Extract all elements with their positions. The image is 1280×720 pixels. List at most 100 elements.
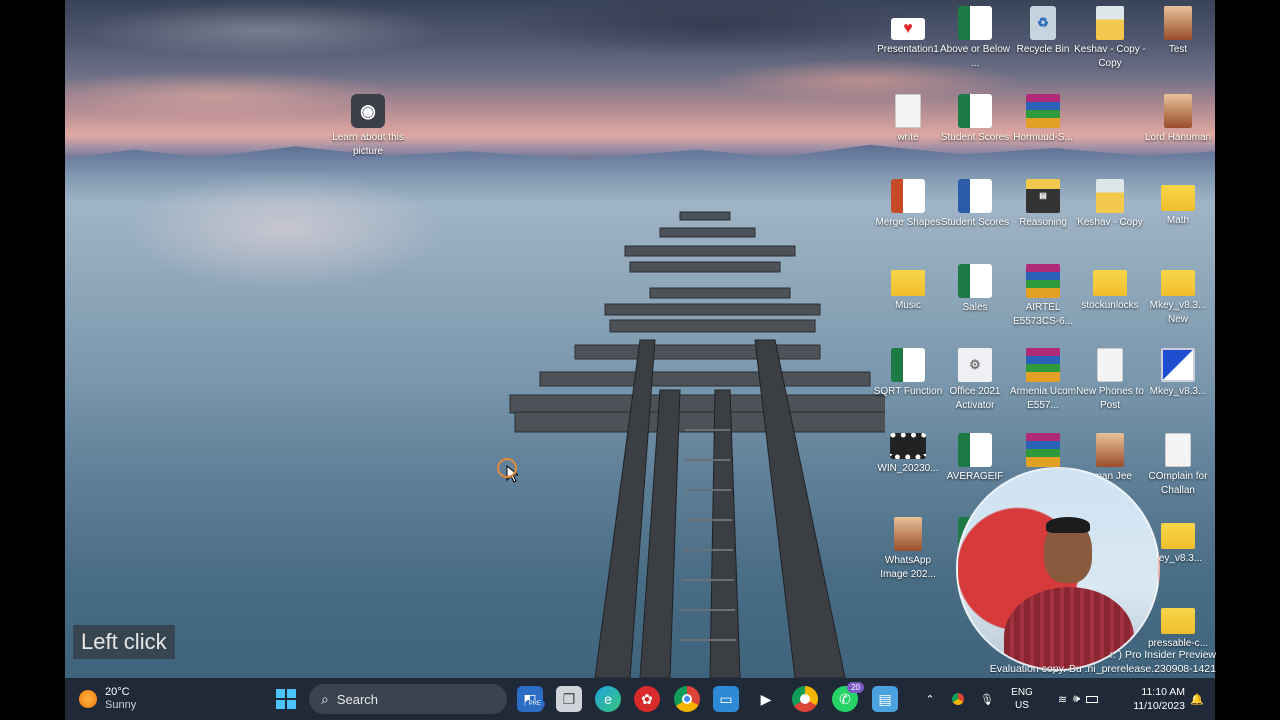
evaluation-watermark: r. ) Pro Insider Preview Evaluation copy…: [946, 648, 1216, 676]
clock-time: 11:10 AM: [1141, 686, 1185, 698]
desktop-icon-student-scores-xl[interactable]: X Student Scores: [939, 94, 1011, 145]
desktop-icon-office2021[interactable]: ⚙ Office 2021 Activator: [939, 348, 1011, 413]
desktop-icon-win2023[interactable]: WIN_20230...: [872, 433, 944, 476]
notepad-icon: ▤: [878, 690, 892, 707]
wallpaper-pier: [509, 211, 885, 678]
desktop-icon-sales[interactable]: X Sales: [939, 264, 1011, 315]
task-view-app[interactable]: ❐: [556, 686, 582, 712]
search-icon: ⌕: [321, 690, 329, 707]
click-indicator: [497, 458, 517, 478]
desktop-icon-armenia[interactable]: Armenia Ucom E557...: [1007, 348, 1079, 413]
edge-app[interactable]: e: [595, 686, 621, 712]
wifi-icon: ≋: [1057, 693, 1068, 706]
desktop-icon-keshav-copy[interactable]: Keshav - Copy: [1074, 179, 1146, 230]
weather-widget[interactable]: 20°C Sunny: [79, 686, 159, 712]
folder-file-icon: [1161, 185, 1195, 211]
quick-settings[interactable]: ≋ 🕪: [1047, 686, 1109, 712]
microphone-button[interactable]: 🎙: [979, 686, 995, 712]
doc-file-icon: [1165, 433, 1191, 467]
sun-icon: [79, 690, 97, 708]
desktop-icon-recycle-bin[interactable]: ♻ Recycle Bin: [1007, 6, 1079, 57]
desktop-icon-label: Lord Hanuman: [1144, 132, 1212, 143]
desktop-icon-label: Keshav - Copy - Copy: [1074, 44, 1146, 69]
pp-file-icon: P: [891, 179, 925, 213]
notepad-app[interactable]: ▤: [872, 686, 898, 712]
desktop-icon-mkey-new[interactable]: Mkey_v8.3... New: [1142, 264, 1214, 327]
webcam-overlay: [956, 467, 1160, 671]
start-button[interactable]: [273, 686, 299, 712]
desktop-icon-label: stockunlocks: [1081, 300, 1139, 311]
desktop-icon-reasoning[interactable]: ▤ Reasoning: [1007, 179, 1079, 230]
notifications-button[interactable]: 🔔: [1189, 686, 1205, 712]
windows-logo-icon: [276, 689, 296, 709]
pres-file-icon: ♥: [891, 18, 925, 40]
desktop-icon-music[interactable]: Music: [872, 264, 944, 313]
chrome-canary-app[interactable]: [792, 686, 818, 712]
desktop-icon-hanuman-rar[interactable]: [1007, 433, 1079, 470]
folder-file-icon: [1161, 523, 1195, 549]
language-indicator[interactable]: ENG US: [1008, 686, 1036, 712]
doc-file-icon: [1097, 348, 1123, 382]
desktop-icon-complain[interactable]: COmplain for Challan: [1142, 433, 1214, 498]
desktop-icon-hormuud[interactable]: Hormuud-S...: [1007, 94, 1079, 145]
rar-file-icon: [1026, 433, 1060, 467]
tray-chrome-icon: [952, 693, 964, 705]
desktop-icon-presentation1[interactable]: ♥ Presentation1: [872, 6, 944, 57]
chrome-app[interactable]: [674, 686, 700, 712]
desktop-icon-merge-shapes[interactable]: P Merge Shapes: [872, 179, 944, 230]
desktop-icon-label: Learn about this picture: [332, 132, 404, 157]
chevron-up-icon: ⌃: [925, 693, 935, 706]
xl-file-icon: X: [958, 433, 992, 467]
store-badge: PRE: [524, 700, 545, 708]
folder-file-icon: [891, 270, 925, 296]
desktop-icon-label: Reasoning: [1019, 217, 1067, 228]
desktop-icon-label: WIN_20230...: [877, 463, 939, 474]
desktop-icon-airtel[interactable]: AIRTEL E5573CS-6...: [1007, 264, 1079, 329]
huawei-icon: ✿: [641, 690, 653, 707]
kid-file-icon: [1096, 6, 1124, 40]
taskbar-search[interactable]: ⌕ Search: [309, 684, 507, 714]
desktop-icon-test[interactable]: Test: [1142, 6, 1214, 57]
show-hidden-icons-button[interactable]: ⌃: [922, 686, 938, 712]
desktop-icon-averageif[interactable]: X AVERAGEIF: [939, 433, 1011, 484]
clock[interactable]: 11:10 AM 11/10/2023: [1115, 686, 1185, 712]
whatsapp-badge: 20: [847, 682, 864, 693]
slash-file-icon: [1161, 348, 1195, 382]
camera-app[interactable]: ▶: [753, 686, 779, 712]
volume-icon: 🕪: [1073, 692, 1081, 705]
remote-desktop-app[interactable]: ▭: [713, 686, 739, 712]
desktop-icon-math[interactable]: Math: [1142, 179, 1214, 228]
gear-file-icon: ⚙: [958, 348, 992, 382]
left-click-overlay: Left click: [73, 625, 175, 659]
desktop-icon-keshav-copy-copy[interactable]: Keshav - Copy - Copy: [1074, 6, 1146, 71]
watermark-line-1: r. ) Pro Insider Preview: [1109, 649, 1216, 661]
huawei-app[interactable]: ✿: [634, 686, 660, 712]
desktop-icon-stockunlocks[interactable]: stockunlocks: [1074, 264, 1146, 313]
desktop-icon-label: Student Scores: [940, 132, 1010, 143]
desktop-icon-pressable[interactable]: pressable-c...: [1142, 602, 1214, 651]
xl-file-icon: X: [958, 264, 992, 298]
desktop-icon-learn-picture[interactable]: ◉ Learn about this picture: [332, 94, 404, 159]
desktop-icon-mkey-v83[interactable]: Mkey_v8.3...: [1142, 348, 1214, 399]
kid-file-icon: [1096, 179, 1124, 213]
store-app[interactable]: ◧ PRE: [517, 686, 545, 712]
desktop-icon-above-below[interactable]: X Above or Below ...: [939, 6, 1011, 71]
desktop-icon-student-scores-wd[interactable]: W Student Scores: [939, 179, 1011, 230]
desktop-icon-sqrt[interactable]: X SQRT Function: [872, 348, 944, 399]
search-placeholder: Search: [336, 691, 379, 707]
bell-icon: 🔔: [1190, 693, 1204, 706]
desktop-icon-new-phones[interactable]: New Phones to Post: [1074, 348, 1146, 413]
desktop-icon-write[interactable]: write: [872, 94, 944, 145]
whatsapp-app[interactable]: ✆ 20: [832, 682, 864, 712]
desktop-icon-lord-hanuman[interactable]: Lord Hanuman: [1142, 94, 1214, 145]
desktop-icon-whatsapp-image[interactable]: WhatsApp Image 202...: [872, 517, 944, 582]
desktop-icon-label: AIRTEL E5573CS-6...: [1012, 302, 1074, 327]
recycle-file-icon: ♻: [1030, 6, 1056, 40]
tray-chrome[interactable]: [949, 686, 967, 712]
desktop-icon-label: Math: [1166, 215, 1190, 226]
video-file-icon: [890, 433, 926, 459]
desktop-icon-label: Hormuud-S...: [1013, 132, 1073, 143]
microphone-icon: 🎙: [980, 693, 994, 706]
chrome-icon: [682, 694, 692, 704]
desktop-icon-label: Test: [1168, 44, 1188, 55]
